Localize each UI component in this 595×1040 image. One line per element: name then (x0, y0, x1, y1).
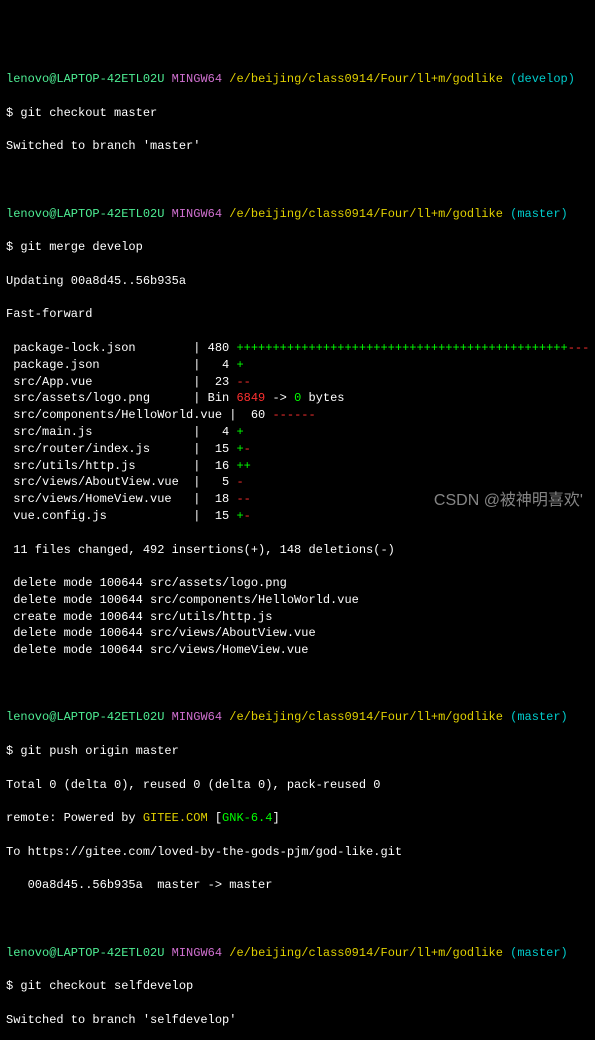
mode-change-row: create mode 100644 src/utils/http.js (6, 609, 589, 626)
prompt-path: /e/beijing/class0914/Four/ll+m/godlike (229, 72, 503, 86)
prompt-path: /e/beijing/class0914/Four/ll+m/godlike (229, 710, 503, 724)
command-line[interactable]: $ git merge develop (6, 239, 589, 256)
diffstat-row: src/main.js | 4 + (6, 424, 589, 441)
output-line: Updating 00a8d45..56b935a (6, 273, 589, 290)
command-line[interactable]: $ git push origin master (6, 743, 589, 760)
prompt-line: lenovo@LAPTOP-42ETL02U MINGW64 /e/beijin… (6, 945, 589, 962)
mode-change-row: delete mode 100644 src/views/AboutView.v… (6, 625, 589, 642)
mode-change-row: delete mode 100644 src/views/HomeView.vu… (6, 642, 589, 659)
diffstat-row: src/components/HelloWorld.vue | 60 -----… (6, 407, 589, 424)
prompt-user: lenovo@LAPTOP-42ETL02U (6, 710, 164, 724)
diffstat-row: package.json | 4 + (6, 357, 589, 374)
command-line[interactable]: $ git checkout selfdevelop (6, 978, 589, 995)
output-line: Total 0 (delta 0), reused 0 (delta 0), p… (6, 777, 589, 794)
diffstat-row: src/App.vue | 23 -- (6, 374, 589, 391)
prompt-line: lenovo@LAPTOP-42ETL02U MINGW64 /e/beijin… (6, 206, 589, 223)
prompt-user: lenovo@LAPTOP-42ETL02U (6, 72, 164, 86)
prompt-branch: (master) (510, 946, 568, 960)
output-line: To https://gitee.com/loved-by-the-gods-p… (6, 844, 589, 861)
prompt-branch: (master) (510, 207, 568, 221)
prompt-path: /e/beijing/class0914/Four/ll+m/godlike (229, 946, 503, 960)
output-line: remote: Powered by GITEE.COM [GNK-6.4] (6, 810, 589, 827)
gitee-brand: GITEE.COM (143, 811, 215, 825)
mode-changes: delete mode 100644 src/assets/logo.png d… (6, 575, 589, 659)
prompt-line: lenovo@LAPTOP-42ETL02U MINGW64 /e/beijin… (6, 71, 589, 88)
prompt-user: lenovo@LAPTOP-42ETL02U (6, 207, 164, 221)
diffstat-row: src/utils/http.js | 16 ++ (6, 458, 589, 475)
diffstat-row: src/views/HomeView.vue | 18 -- (6, 491, 589, 508)
prompt-host: MINGW64 (172, 710, 222, 724)
prompt-line: lenovo@LAPTOP-42ETL02U MINGW64 /e/beijin… (6, 709, 589, 726)
diffstat-row: src/assets/logo.png | Bin 6849 -> 0 byte… (6, 390, 589, 407)
output-line: 00a8d45..56b935a master -> master (6, 877, 589, 894)
prompt-branch: (master) (510, 710, 568, 724)
output-line: Switched to branch 'selfdevelop' (6, 1012, 589, 1029)
prompt-host: MINGW64 (172, 72, 222, 86)
prompt-host: MINGW64 (172, 207, 222, 221)
output-line: Switched to branch 'master' (6, 138, 589, 155)
diffstat-row: vue.config.js | 15 +- (6, 508, 589, 525)
prompt-host: MINGW64 (172, 946, 222, 960)
output-line: Fast-forward (6, 306, 589, 323)
diffstat-row: src/router/index.js | 15 +- (6, 441, 589, 458)
prompt-path: /e/beijing/class0914/Four/ll+m/godlike (229, 207, 503, 221)
command-line[interactable]: $ git checkout master (6, 105, 589, 122)
mode-change-row: delete mode 100644 src/assets/logo.png (6, 575, 589, 592)
summary-line: 11 files changed, 492 insertions(+), 148… (6, 542, 589, 559)
diffstat-row: src/views/AboutView.vue | 5 - (6, 474, 589, 491)
prompt-user: lenovo@LAPTOP-42ETL02U (6, 946, 164, 960)
diffstat-row: package-lock.json | 480 ++++++++++++++++… (6, 340, 589, 357)
mode-change-row: delete mode 100644 src/components/HelloW… (6, 592, 589, 609)
diffstat-list: package-lock.json | 480 ++++++++++++++++… (6, 340, 589, 525)
prompt-branch: (develop) (510, 72, 575, 86)
